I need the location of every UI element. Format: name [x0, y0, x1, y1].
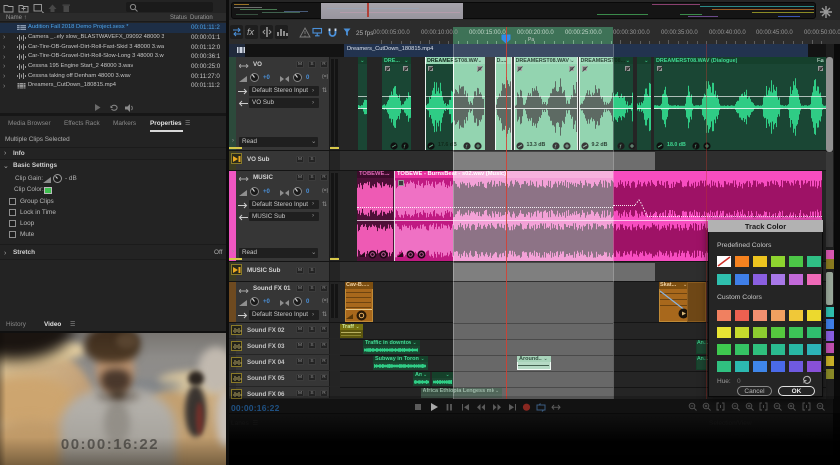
svg-text:fx: fx — [247, 27, 255, 37]
